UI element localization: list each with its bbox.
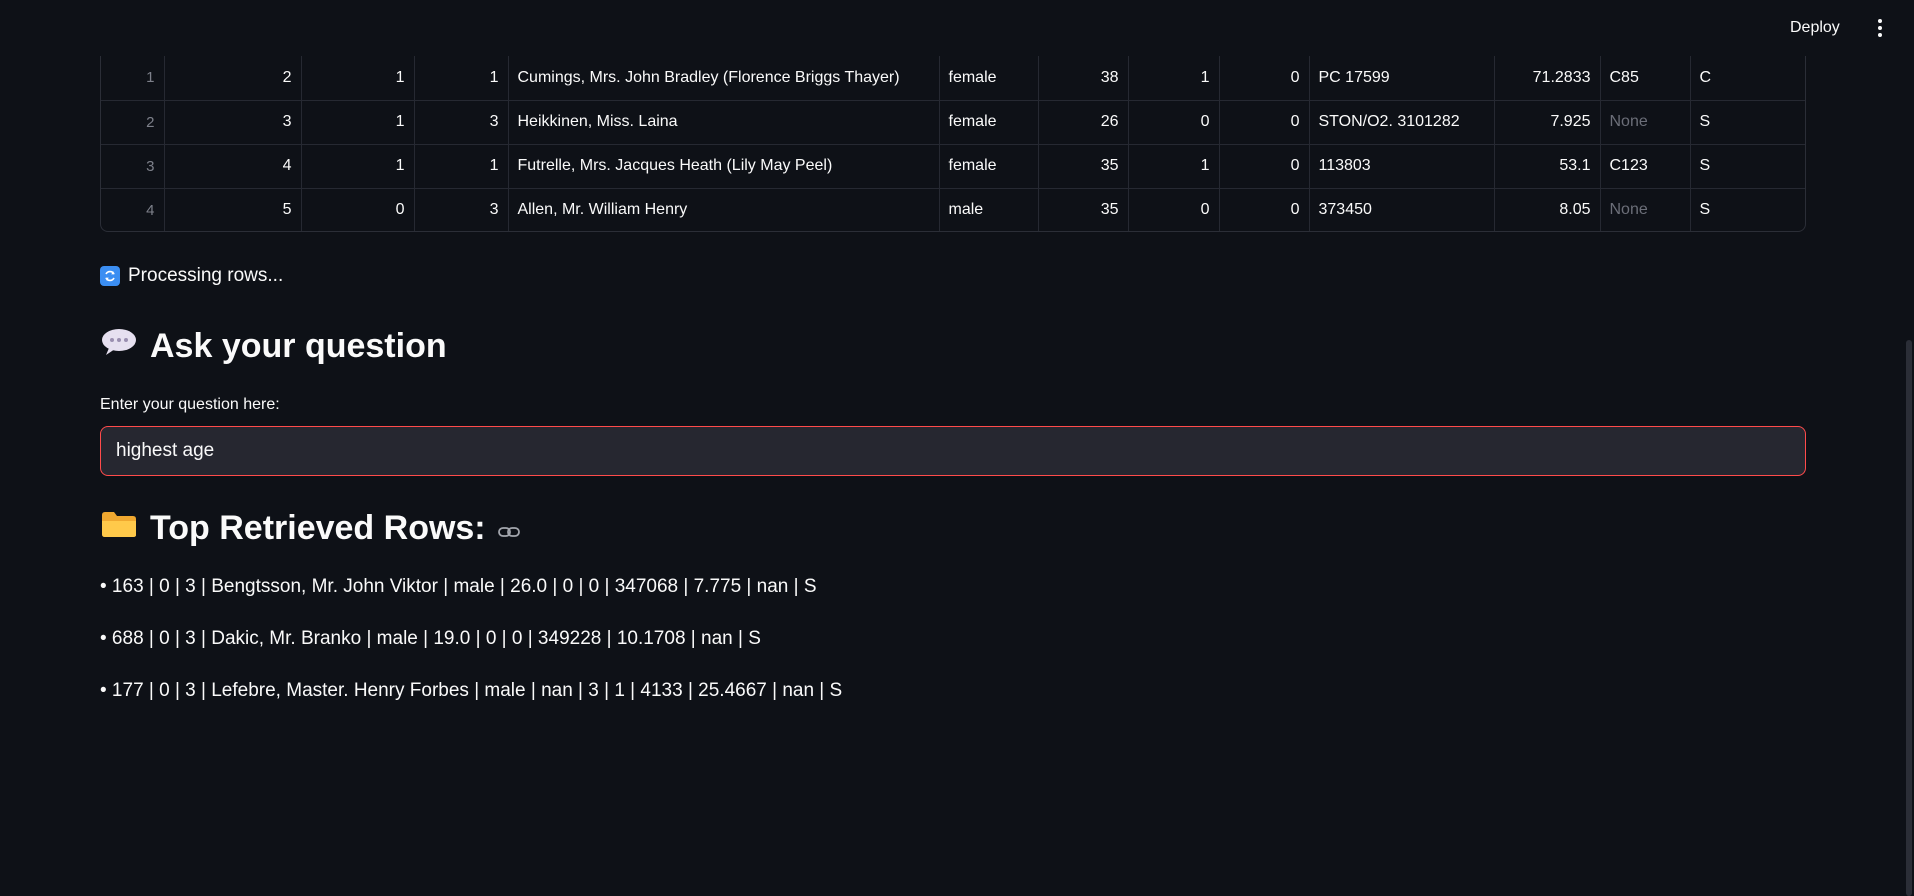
row-index: 1: [101, 56, 165, 101]
refresh-icon: [100, 266, 120, 286]
table-cell[interactable]: 0: [301, 188, 415, 231]
table-cell[interactable]: 3: [414, 188, 509, 231]
table-cell[interactable]: 0: [1219, 144, 1310, 189]
row-index: 3: [101, 144, 165, 189]
table-cell[interactable]: 0: [1219, 100, 1310, 145]
table-row[interactable]: 1 2 1 1 Cumings, Mrs. John Bradley (Flor…: [101, 56, 1805, 101]
app-header: Deploy: [0, 0, 1914, 56]
table-cell[interactable]: 4: [164, 144, 302, 189]
question-input-label: Enter your question here:: [100, 396, 280, 413]
heading-text: Ask your question: [150, 327, 447, 365]
row-index: 4: [101, 188, 165, 231]
table-cell[interactable]: Allen, Mr. William Henry: [508, 188, 940, 231]
table-cell[interactable]: None: [1600, 188, 1691, 231]
kebab-menu-icon[interactable]: [1870, 16, 1890, 40]
table-cell[interactable]: 1: [414, 56, 509, 101]
table-cell[interactable]: S: [1690, 144, 1805, 189]
table-cell[interactable]: 0: [1219, 56, 1310, 101]
list-item: • 177 | 0 | 3 | Lefebre, Master. Henry F…: [100, 680, 843, 701]
table-cell[interactable]: 0: [1128, 188, 1220, 231]
table-cell[interactable]: female: [939, 100, 1039, 145]
table-cell[interactable]: female: [939, 144, 1039, 189]
table-cell[interactable]: 1: [414, 144, 509, 189]
table-cell[interactable]: male: [939, 188, 1039, 231]
table-cell[interactable]: 8.05: [1494, 188, 1601, 231]
list-item: • 688 | 0 | 3 | Dakic, Mr. Branko | male…: [100, 628, 761, 649]
table-cell[interactable]: 1: [301, 144, 415, 189]
link-icon[interactable]: [497, 509, 520, 548]
row-index: 2: [101, 100, 165, 145]
question-input[interactable]: [100, 426, 1806, 476]
table-cell[interactable]: 26: [1038, 100, 1129, 145]
processing-status: Processing rows...: [100, 265, 283, 287]
table-cell[interactable]: S: [1690, 100, 1805, 145]
table-cell[interactable]: 0: [1128, 100, 1220, 145]
scrollbar-thumb[interactable]: [1906, 340, 1912, 896]
table-cell[interactable]: Cumings, Mrs. John Bradley (Florence Bri…: [508, 56, 940, 101]
table-cell[interactable]: 5: [164, 188, 302, 231]
list-item: • 163 | 0 | 3 | Bengtsson, Mr. John Vikt…: [100, 576, 817, 597]
table-cell[interactable]: None: [1600, 100, 1691, 145]
table-cell[interactable]: 7.925: [1494, 100, 1601, 145]
table-cell[interactable]: 71.2833: [1494, 56, 1601, 101]
table-cell[interactable]: female: [939, 56, 1039, 101]
table-cell[interactable]: S: [1690, 188, 1805, 231]
dataframe-table[interactable]: 1 2 1 1 Cumings, Mrs. John Bradley (Flor…: [100, 56, 1806, 232]
table-cell[interactable]: C: [1690, 56, 1805, 101]
table-cell[interactable]: STON/O2. 3101282: [1309, 100, 1495, 145]
scrollbar[interactable]: [1904, 0, 1914, 896]
table-cell[interactable]: C85: [1600, 56, 1691, 101]
table-cell[interactable]: 1: [301, 100, 415, 145]
table-cell[interactable]: C123: [1600, 144, 1691, 189]
table-cell[interactable]: 113803: [1309, 144, 1495, 189]
table-row[interactable]: 3 4 1 1 Futrelle, Mrs. Jacques Heath (Li…: [101, 144, 1805, 189]
deploy-button[interactable]: Deploy: [1782, 16, 1848, 40]
table-cell[interactable]: 38: [1038, 56, 1129, 101]
heading-text: Top Retrieved Rows:: [150, 509, 486, 547]
table-cell[interactable]: 1: [1128, 144, 1220, 189]
speech-bubble-icon: [100, 327, 138, 366]
table-cell[interactable]: 53.1: [1494, 144, 1601, 189]
table-cell[interactable]: 0: [1219, 188, 1310, 231]
table-cell[interactable]: 3: [164, 100, 302, 145]
table-cell[interactable]: 2: [164, 56, 302, 101]
table-row[interactable]: 4 5 0 3 Allen, Mr. William Henry male 35…: [101, 188, 1805, 231]
table-cell[interactable]: 1: [301, 56, 415, 101]
table-row[interactable]: 2 3 1 3 Heikkinen, Miss. Laina female 26…: [101, 100, 1805, 145]
table-cell[interactable]: 1: [1128, 56, 1220, 101]
status-text: Processing rows...: [128, 265, 284, 286]
table-cell[interactable]: 3: [414, 100, 509, 145]
table-cell[interactable]: 35: [1038, 144, 1129, 189]
table-cell[interactable]: Heikkinen, Miss. Laina: [508, 100, 940, 145]
folder-icon: [100, 509, 138, 548]
top-retrieved-rows-heading: Top Retrieved Rows:: [100, 509, 520, 548]
table-cell[interactable]: 373450: [1309, 188, 1495, 231]
table-cell[interactable]: PC 17599: [1309, 56, 1495, 101]
table-cell[interactable]: Futrelle, Mrs. Jacques Heath (Lily May P…: [508, 144, 940, 189]
table-cell[interactable]: 35: [1038, 188, 1129, 231]
ask-question-heading: Ask your question: [100, 327, 447, 366]
